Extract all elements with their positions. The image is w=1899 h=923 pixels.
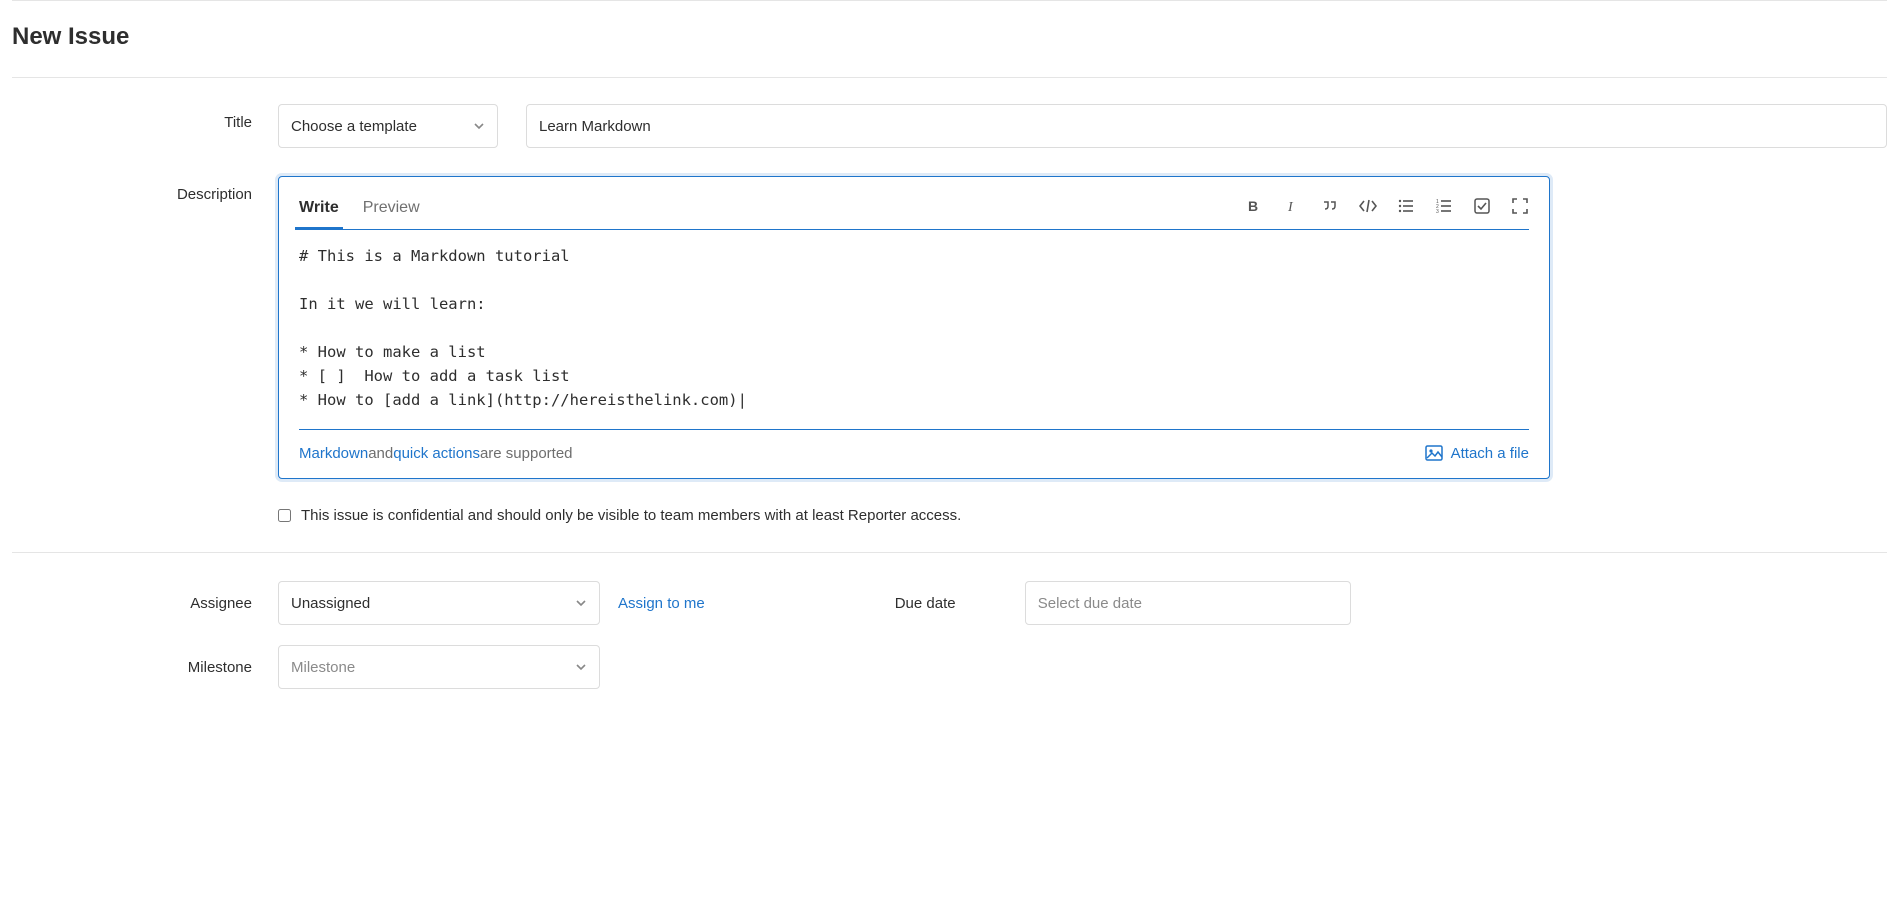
confidential-label: This issue is confidential and should on… — [301, 507, 961, 524]
description-textarea[interactable] — [299, 244, 1529, 414]
code-icon[interactable] — [1359, 197, 1377, 215]
page-heading: New Issue — [12, 23, 1887, 78]
and-text: and — [368, 445, 393, 462]
description-label: Description — [12, 176, 278, 203]
tab-write[interactable]: Write — [299, 193, 339, 229]
assignee-select[interactable]: Unassigned — [278, 581, 600, 625]
due-date-label: Due date — [895, 595, 1025, 612]
svg-text:3: 3 — [1436, 209, 1439, 214]
milestone-select[interactable]: Milestone — [278, 645, 600, 689]
confidential-checkbox[interactable] — [278, 509, 291, 522]
task-list-icon[interactable] — [1473, 197, 1491, 215]
image-icon — [1425, 444, 1443, 462]
tab-preview[interactable]: Preview — [363, 193, 420, 229]
title-input[interactable] — [539, 105, 1874, 147]
quote-icon[interactable] — [1321, 197, 1339, 215]
description-editor: Write Preview B I 123 — [278, 176, 1550, 479]
svg-text:I: I — [1287, 200, 1294, 214]
chevron-down-icon — [575, 661, 587, 673]
quick-actions-link[interactable]: quick actions — [393, 445, 480, 462]
due-date-input[interactable]: Select due date — [1025, 581, 1351, 625]
template-select[interactable]: Choose a template — [278, 104, 498, 148]
title-label: Title — [12, 104, 278, 131]
assignee-label: Assignee — [12, 595, 278, 612]
bullet-list-icon[interactable] — [1397, 197, 1415, 215]
assignee-select-value: Unassigned — [291, 595, 370, 612]
attach-file-label: Attach a file — [1451, 445, 1529, 462]
title-input-wrapper — [526, 104, 1887, 148]
milestone-select-value: Milestone — [291, 659, 355, 676]
template-select-value: Choose a template — [291, 118, 417, 135]
supported-text: are supported — [480, 445, 573, 462]
bold-icon[interactable]: B — [1245, 197, 1263, 215]
milestone-label: Milestone — [12, 659, 278, 676]
due-date-placeholder: Select due date — [1038, 595, 1142, 612]
italic-icon[interactable]: I — [1283, 197, 1301, 215]
attach-file-button[interactable]: Attach a file — [1425, 444, 1529, 462]
numbered-list-icon[interactable]: 123 — [1435, 197, 1453, 215]
svg-text:B: B — [1248, 198, 1258, 214]
assign-to-me-link[interactable]: Assign to me — [618, 595, 705, 612]
fullscreen-icon[interactable] — [1511, 197, 1529, 215]
markdown-link[interactable]: Markdown — [299, 445, 368, 462]
chevron-down-icon — [575, 597, 587, 609]
chevron-down-icon — [473, 120, 485, 132]
